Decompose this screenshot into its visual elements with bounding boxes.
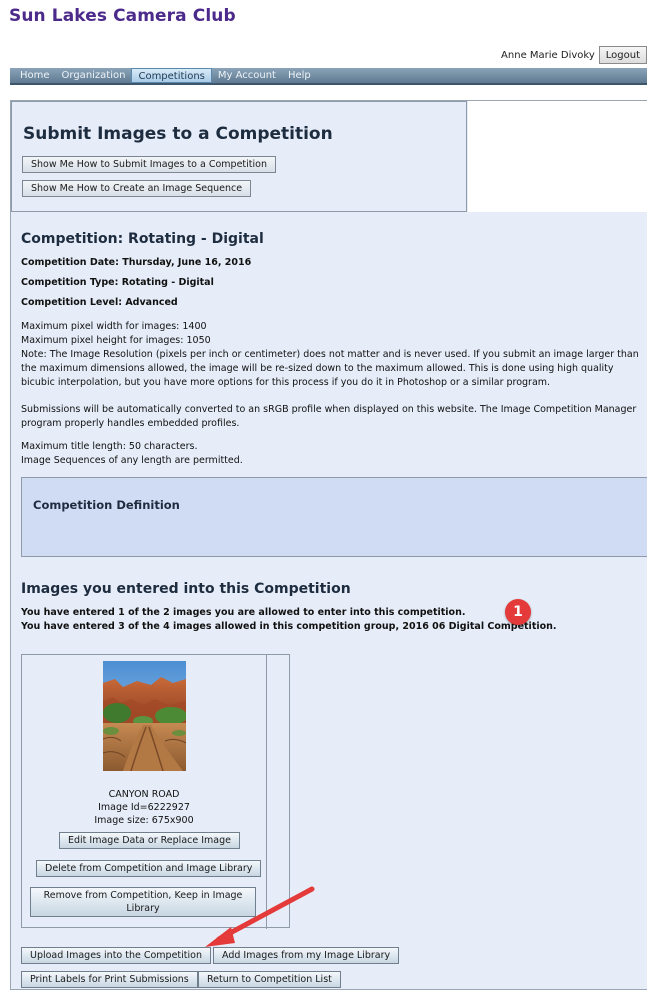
competition-date: Competition Date: Thursday, June 16, 201…	[21, 257, 252, 268]
main-content: Submit Images to a Competition Show Me H…	[10, 100, 647, 990]
how-to-sequence-button[interactable]: Show Me How to Create an Image Sequence	[22, 180, 252, 197]
logout-button[interactable]: Logout	[598, 46, 647, 64]
nav-competitions[interactable]: Competitions	[131, 68, 212, 83]
header-spacer	[468, 101, 647, 212]
annotation-badge: 1	[505, 599, 531, 625]
competition-level: Competition Level: Advanced	[21, 297, 178, 308]
image-id: Image Id=6222927	[98, 802, 190, 813]
edit-image-button[interactable]: Edit Image Data or Replace Image	[59, 832, 240, 849]
main-nav: Home Organization Competitions My Accoun…	[10, 68, 647, 85]
canyon-road-photo	[103, 661, 186, 771]
sequence-text: Image Sequences of any length are permit…	[21, 455, 243, 466]
entered-images-title: Images you entered into this Competition	[21, 581, 351, 597]
image-title: CANYON ROAD	[108, 789, 180, 800]
submit-panel: Submit Images to a Competition Show Me H…	[11, 101, 467, 212]
srgb-note: Submissions will be automatically conver…	[21, 404, 637, 429]
site-title: Sun Lakes Camera Club	[9, 6, 236, 26]
competition-definition-title: Competition Definition	[33, 498, 180, 512]
user-bar: Anne Marie Divoky Logout	[501, 46, 647, 64]
delete-image-button[interactable]: Delete from Competition and Image Librar…	[36, 860, 262, 877]
competition-definition-panel: Competition Definition	[21, 477, 647, 557]
print-labels-button[interactable]: Print Labels for Print Submissions	[21, 971, 198, 988]
nav-organization[interactable]: Organization	[56, 68, 132, 83]
max-title-text: Maximum title length: 50 characters.	[21, 441, 198, 452]
nav-my-account[interactable]: My Account	[212, 68, 282, 83]
upload-images-button[interactable]: Upload Images into the Competition	[21, 947, 211, 964]
resolution-note: Note: The Image Resolution (pixels per i…	[21, 349, 639, 388]
annotation-arrow-icon	[205, 886, 315, 947]
max-height-text: Maximum pixel height for images: 1050	[21, 335, 211, 346]
competition-title: Competition: Rotating - Digital	[21, 231, 264, 247]
entered-count-competition: You have entered 1 of the 2 images you a…	[21, 607, 466, 618]
page-title: Submit Images to a Competition	[23, 124, 333, 144]
max-width-text: Maximum pixel width for images: 1400	[21, 321, 207, 332]
image-size: Image size: 675x900	[94, 815, 194, 826]
nav-help[interactable]: Help	[282, 68, 317, 83]
how-to-submit-button[interactable]: Show Me How to Submit Images to a Compet…	[22, 156, 276, 173]
user-name: Anne Marie Divoky	[501, 49, 595, 61]
nav-home[interactable]: Home	[14, 68, 56, 83]
entered-count-group: You have entered 3 of the 4 images allow…	[21, 621, 557, 632]
competition-type: Competition Type: Rotating - Digital	[21, 277, 214, 288]
image-thumbnail[interactable]	[103, 661, 186, 771]
return-to-list-button[interactable]: Return to Competition List	[198, 971, 341, 988]
